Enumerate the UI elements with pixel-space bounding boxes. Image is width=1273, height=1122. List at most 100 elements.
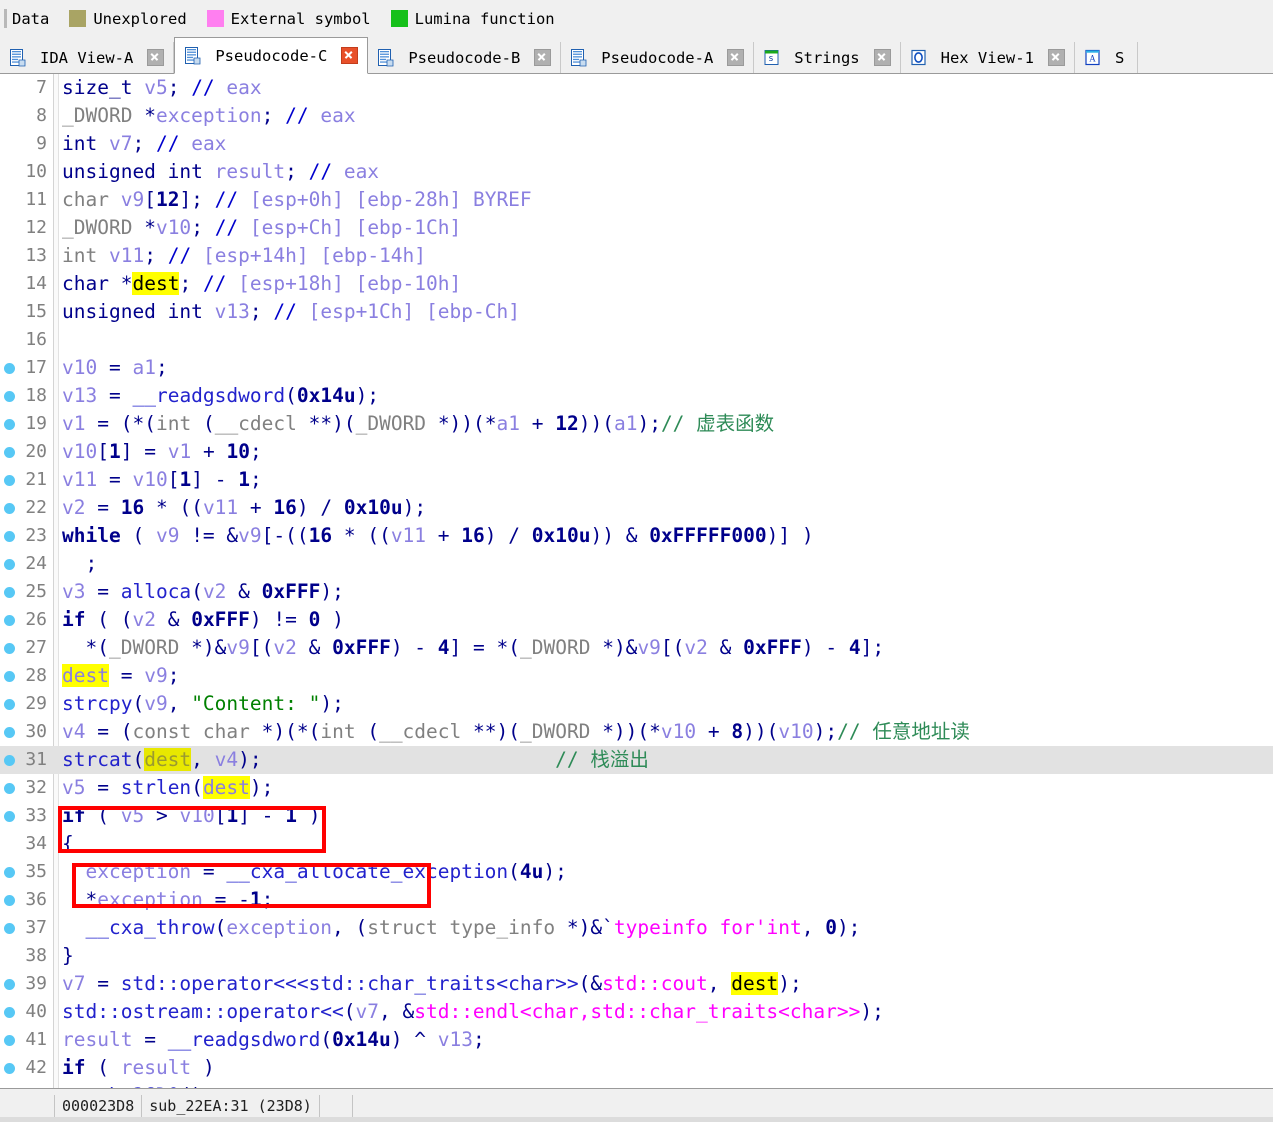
tab-s[interactable]: AS: [1074, 42, 1139, 73]
code-text[interactable]: int v7; // eax: [62, 130, 226, 158]
line-number: 21: [25, 469, 47, 490]
code-line[interactable]: 32 v5 = strlen(dest);: [0, 774, 1273, 802]
tab-close-icon[interactable]: [1047, 49, 1065, 66]
view-tab-bar[interactable]: IDA View-A Pseudocode-C Pseudocode-B Pseudo…: [0, 37, 1273, 74]
code-text[interactable]: unsigned int v13; // [esp+1Ch] [ebp-Ch]: [62, 298, 520, 326]
code-text[interactable]: __cxa_throw(exception, (struct type_info…: [62, 914, 860, 942]
code-line[interactable]: 20 v10[1] = v1 + 10;: [0, 438, 1273, 466]
code-text[interactable]: v4 = (const char *)(*(int (__cdecl **)(_…: [62, 718, 970, 746]
code-text[interactable]: if ( (v2 & 0xFFF) != 0 ): [62, 606, 344, 634]
line-number: 42: [25, 1057, 47, 1078]
code-line[interactable]: 17 v10 = a1;: [0, 354, 1273, 382]
code-text[interactable]: unsigned int result; // eax: [62, 158, 379, 186]
code-line[interactable]: 26 if ( (v2 & 0xFFF) != 0 ): [0, 606, 1273, 634]
code-line[interactable]: 14 char *dest; // [esp+18h] [ebp-10h]: [0, 270, 1273, 298]
code-line[interactable]: 41 result = __readgsdword(0x14u) ^ v13;: [0, 1026, 1273, 1054]
code-text[interactable]: v3 = alloca(v2 & 0xFFF);: [62, 578, 344, 606]
code-text[interactable]: size_t v5; // eax: [62, 74, 262, 102]
line-number: 36: [25, 889, 47, 910]
code-line[interactable]: 16: [0, 326, 1273, 354]
code-line[interactable]: 29 strcpy(v9, "Content: ");: [0, 690, 1273, 718]
code-text[interactable]: char v9[12]; // [esp+0h] [ebp-28h] BYREF: [62, 186, 532, 214]
code-line[interactable]: 31 strcat(dest, v4); // 栈溢出: [0, 746, 1273, 774]
tab-pseudocode-c[interactable]: Pseudocode-C: [174, 37, 369, 74]
code-text[interactable]: dest = v9;: [62, 662, 179, 690]
code-text[interactable]: v5 = strlen(dest);: [62, 774, 273, 802]
tab-pseudocode-a[interactable]: Pseudocode-A: [561, 42, 755, 73]
code-text[interactable]: _DWORD *v10; // [esp+Ch] [ebp-1Ch]: [62, 214, 461, 242]
code-text[interactable]: ;: [62, 550, 97, 578]
code-line[interactable]: 34 {: [0, 830, 1273, 858]
code-line[interactable]: 18 v13 = __readgsdword(0x14u);: [0, 382, 1273, 410]
pseudocode-view[interactable]: 7 size_t v5; // eax 8 _DWORD *exception; //…: [0, 74, 1273, 1088]
code-line[interactable]: 38}: [0, 942, 1273, 970]
code-line[interactable]: 28 dest = v9;: [0, 662, 1273, 690]
tab-close-icon[interactable]: [873, 49, 891, 66]
svg-text:s: s: [769, 54, 774, 64]
tab-pseudocode-b[interactable]: Pseudocode-B: [368, 42, 562, 73]
code-text[interactable]: v7 = std::operator<<<std::char_traits<ch…: [62, 970, 802, 998]
code-line[interactable]: 11 char v9[12]; // [esp+0h] [ebp-28h] BYR…: [0, 186, 1273, 214]
tab-close-icon[interactable]: [534, 49, 552, 66]
code-text[interactable]: v1 = (*(int (__cdecl **)(_DWORD *))(*a1 …: [62, 410, 774, 438]
code-text[interactable]: v10 = a1;: [62, 354, 168, 382]
code-line[interactable]: 15 unsigned int v13; // [esp+1Ch] [ebp-Ch…: [0, 298, 1273, 326]
code-line[interactable]: 24 ;: [0, 550, 1273, 578]
code-line[interactable]: 27 *(_DWORD *)&v9[(v2 & 0xFFF) - 4] = *(…: [0, 634, 1273, 662]
code-text[interactable]: {: [62, 830, 74, 858]
tab-strings[interactable]: s Strings: [754, 42, 901, 73]
code-text[interactable]: v11 = v10[1] - 1;: [62, 466, 262, 494]
code-text[interactable]: std::ostream::operator<<(v7, &std::endl<…: [62, 998, 884, 1026]
tab-close-icon[interactable]: [727, 49, 745, 66]
code-text[interactable]: *exception = -1;: [62, 886, 273, 914]
code-line[interactable]: 9 int v7; // eax: [0, 130, 1273, 158]
legend-swatch-2: [206, 10, 224, 27]
code-text[interactable]: *(_DWORD *)&v9[(v2 & 0xFFF) - 4] = *(_DW…: [62, 634, 884, 662]
legend-swatch-1: [69, 10, 87, 27]
line-number: 38: [25, 945, 47, 966]
code-text[interactable]: while ( v9 != &v9[-((16 * ((v11 + 16) / …: [62, 522, 814, 550]
code-line[interactable]: 36 *exception = -1;: [0, 886, 1273, 914]
line-number: 32: [25, 777, 47, 798]
code-text[interactable]: result = __readgsdword(0x14u) ^ v13;: [62, 1026, 485, 1054]
code-text[interactable]: }: [62, 942, 74, 970]
code-line[interactable]: 25 v3 = alloca(v2 & 0xFFF);: [0, 578, 1273, 606]
line-number: 11: [25, 189, 47, 210]
code-line[interactable]: 42 if ( result ): [0, 1054, 1273, 1082]
code-text[interactable]: strcpy(v9, "Content: ");: [62, 690, 344, 718]
code-text[interactable]: _DWORD *exception; // eax: [62, 102, 356, 130]
code-text[interactable]: v2 = 16 * ((v11 + 16) / 0x10u);: [62, 494, 426, 522]
tab-hex-view-1[interactable]: Hex View-1: [900, 42, 1075, 73]
code-text[interactable]: v10[1] = v1 + 10;: [62, 438, 262, 466]
code-text[interactable]: exception = __cxa_allocate_exception(4u)…: [62, 858, 566, 886]
line-number: 24: [25, 553, 47, 574]
code-line[interactable]: 13 int v11; // [esp+14h] [ebp-14h]: [0, 242, 1273, 270]
tab-ida-view-a[interactable]: IDA View-A: [0, 42, 175, 73]
code-text[interactable]: v13 = __readgsdword(0x14u);: [62, 382, 379, 410]
code-line[interactable]: 8 _DWORD *exception; // eax: [0, 102, 1273, 130]
code-text[interactable]: int v11; // [esp+14h] [ebp-14h]: [62, 242, 426, 270]
legend-swatch-3: [390, 10, 408, 27]
code-line[interactable]: 37 __cxa_throw(exception, (struct type_i…: [0, 914, 1273, 942]
code-line[interactable]: 33 if ( v5 > v10[1] - 1 ): [0, 802, 1273, 830]
code-line[interactable]: 7 size_t v5; // eax: [0, 74, 1273, 102]
code-line[interactable]: 12 _DWORD *v10; // [esp+Ch] [ebp-1Ch]: [0, 214, 1273, 242]
code-line[interactable]: 23 while ( v9 != &v9[-((16 * ((v11 + 16) …: [0, 522, 1273, 550]
code-text[interactable]: if ( v5 > v10[1] - 1 ): [62, 802, 320, 830]
code-line[interactable]: 30 v4 = (const char *)(*(int (__cdecl **)…: [0, 718, 1273, 746]
line-number: 9: [36, 133, 47, 154]
tab-close-icon[interactable]: [147, 49, 165, 66]
code-lines[interactable]: 7 size_t v5; // eax 8 _DWORD *exception; //…: [0, 74, 1273, 1088]
code-text[interactable]: strcat(dest, v4); // 栈溢出: [62, 746, 649, 774]
code-line[interactable]: 40 std::ostream::operator<<(v7, &std::end…: [0, 998, 1273, 1026]
code-line[interactable]: 35 exception = __cxa_allocate_exception(…: [0, 858, 1273, 886]
code-line[interactable]: 19 v1 = (*(int (__cdecl **)(_DWORD *))(*a…: [0, 410, 1273, 438]
code-line[interactable]: 22 v2 = 16 * ((v11 + 16) / 0x10u);: [0, 494, 1273, 522]
code-line[interactable]: 10 unsigned int result; // eax: [0, 158, 1273, 186]
tab-close-icon[interactable]: [341, 47, 359, 64]
code-line[interactable]: 21 v11 = v10[1] - 1;: [0, 466, 1273, 494]
legend-label-1: Unexplored: [93, 9, 187, 28]
code-line[interactable]: 39 v7 = std::operator<<<std::char_traits<…: [0, 970, 1273, 998]
code-text[interactable]: char *dest; // [esp+18h] [ebp-10h]: [62, 270, 461, 298]
code-text[interactable]: if ( result ): [62, 1054, 215, 1082]
